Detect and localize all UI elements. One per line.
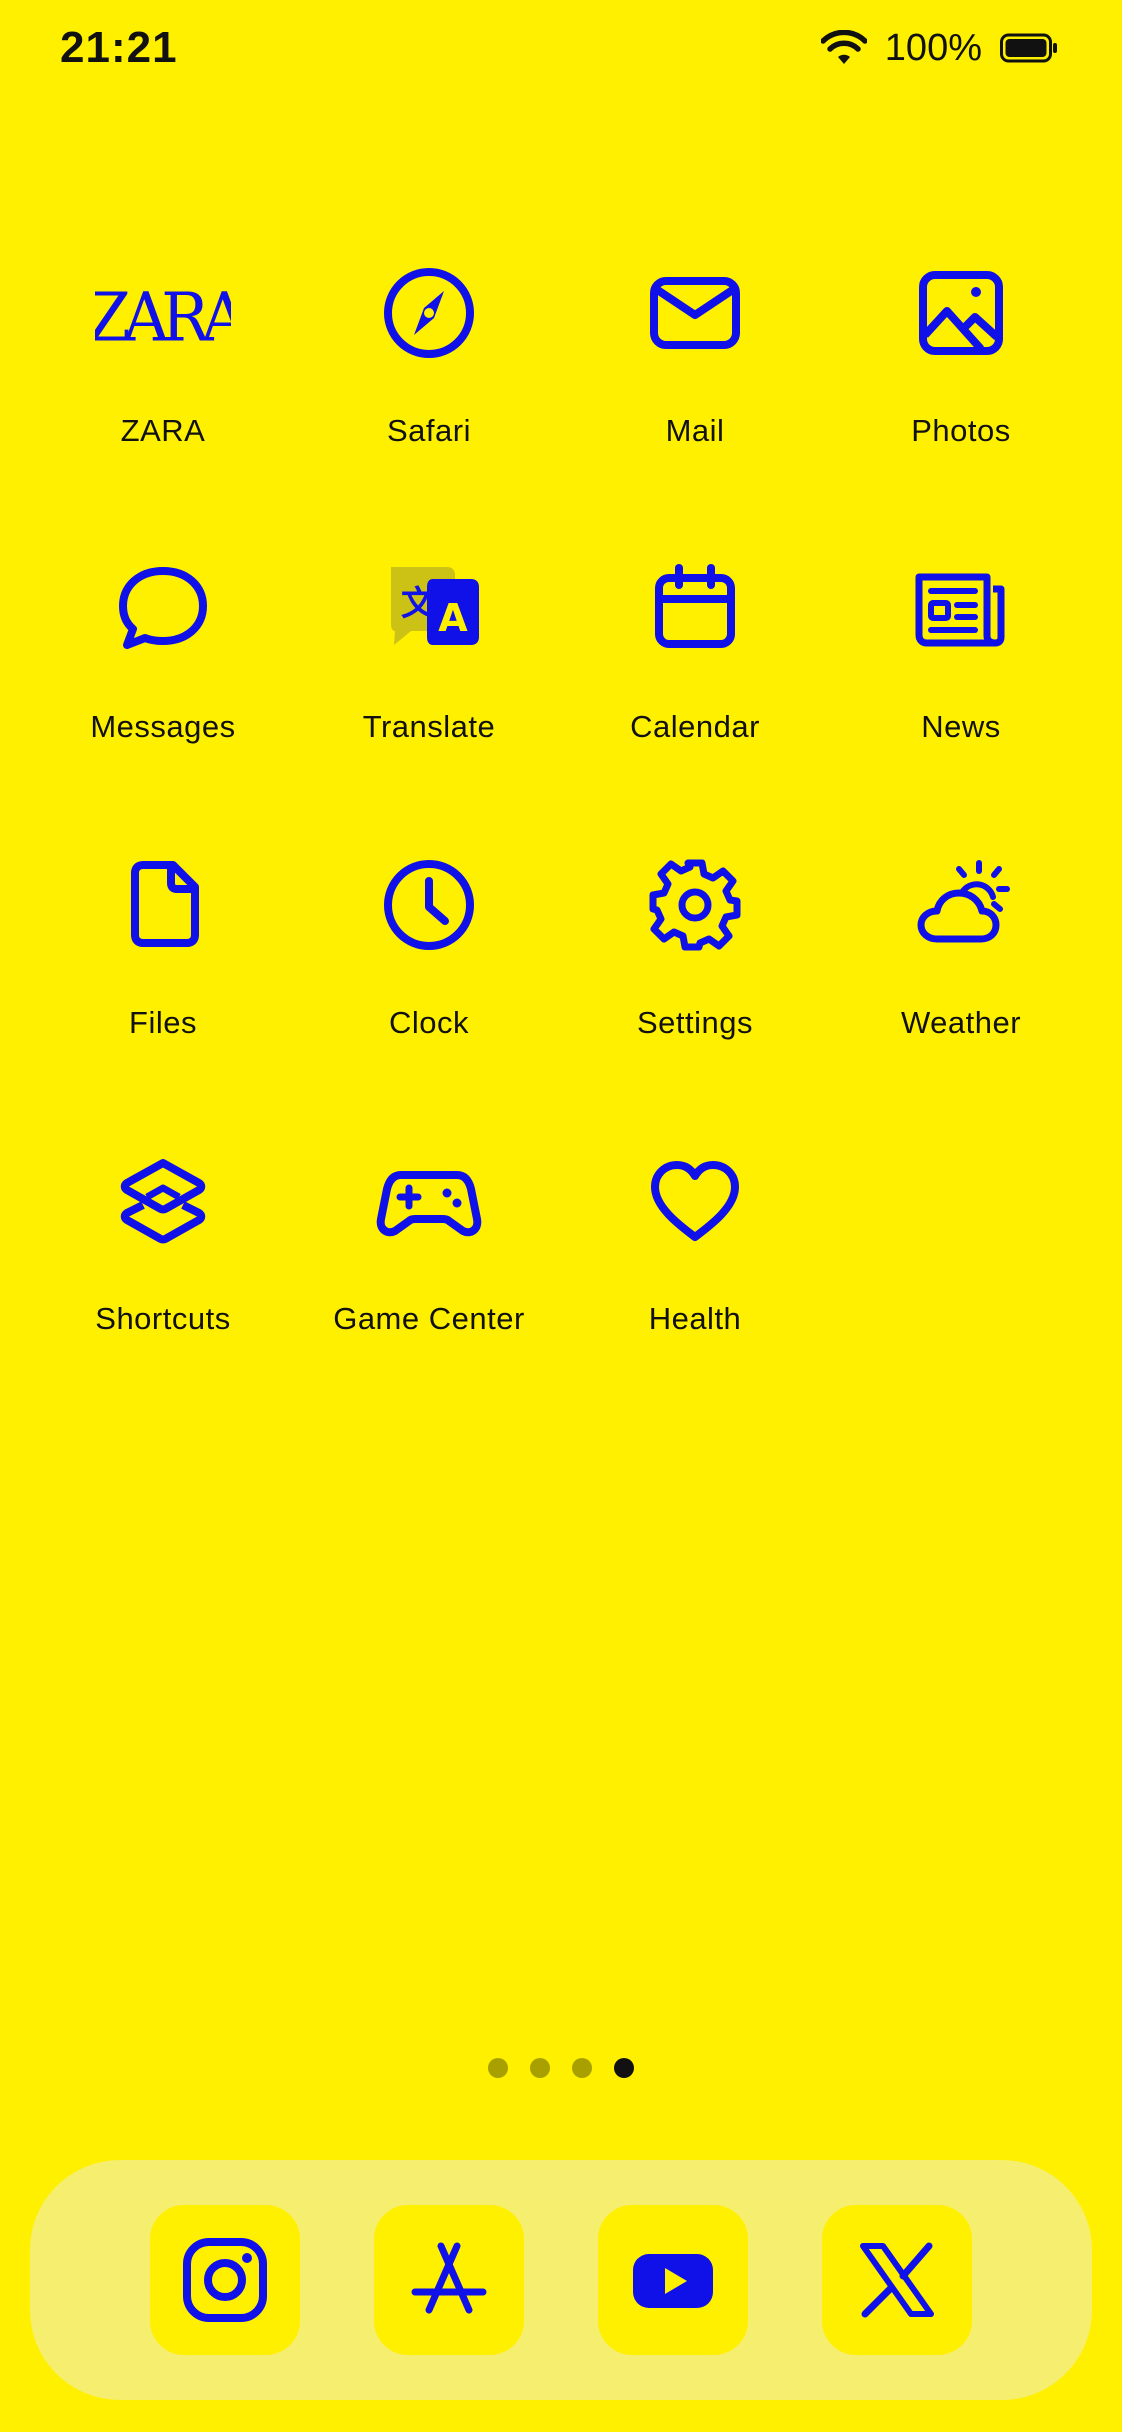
dock [30, 2160, 1092, 2400]
app-label: Mail [665, 413, 725, 448]
zara-icon: ZARA [95, 245, 231, 381]
calendar-icon [627, 541, 763, 677]
dock-app-app-store[interactable] [374, 2205, 524, 2355]
app-label: Photos [911, 413, 1011, 448]
app-clock[interactable]: Clock [296, 837, 562, 1133]
app-news[interactable]: News [828, 541, 1094, 837]
app-label: ZARA [120, 413, 206, 448]
envelope-icon [627, 245, 763, 381]
svg-text:ZARA: ZARA [95, 279, 231, 357]
app-label: Translate [362, 709, 496, 744]
app-files[interactable]: Files [30, 837, 296, 1133]
newspaper-icon [893, 541, 1029, 677]
app-shortcuts[interactable]: Shortcuts [30, 1133, 296, 1429]
clock-icon [361, 837, 497, 973]
app-messages[interactable]: Messages [30, 541, 296, 837]
page-dot[interactable] [488, 2058, 508, 2078]
status-time: 21:21 [60, 23, 178, 72]
app-calendar[interactable]: Calendar [562, 541, 828, 837]
app-label: Settings [636, 1005, 753, 1040]
translate-icon: 文 A [361, 541, 497, 677]
app-label: News [921, 709, 1001, 744]
app-settings[interactable]: Settings [562, 837, 828, 1133]
dock-app-youtube[interactable] [598, 2205, 748, 2355]
page-dot[interactable] [530, 2058, 550, 2078]
heart-icon [627, 1133, 763, 1269]
page-dot[interactable] [572, 2058, 592, 2078]
speech-bubble-icon [95, 541, 231, 677]
app-weather[interactable]: Weather [828, 837, 1094, 1133]
image-icon [893, 245, 1029, 381]
app-zara[interactable]: ZARA ZARA [30, 245, 296, 541]
battery-percent: 100% [884, 27, 982, 69]
app-label: Clock [388, 1005, 469, 1040]
app-safari[interactable]: Safari [296, 245, 562, 541]
translate-glyph-left: 文 [401, 584, 435, 624]
app-label: Shortcuts [95, 1301, 231, 1336]
app-label: Messages [90, 709, 236, 744]
instagram-icon [183, 2238, 267, 2322]
gear-icon [627, 837, 763, 973]
status-indicators: 100% [820, 20, 1058, 76]
dock-app-instagram[interactable] [150, 2205, 300, 2355]
youtube-icon [633, 2254, 713, 2308]
app-label: Files [129, 1005, 197, 1040]
gamepad-icon [361, 1133, 497, 1269]
page-dot-current[interactable] [614, 2058, 634, 2078]
file-icon [95, 837, 231, 973]
app-label: Calendar [630, 709, 760, 744]
translate-glyph-right: A [438, 596, 468, 640]
app-label: Health [648, 1301, 742, 1336]
app-health[interactable]: Health [562, 1133, 828, 1429]
app-label: Safari [387, 413, 471, 448]
app-mail[interactable]: Mail [562, 245, 828, 541]
app-game-center[interactable]: Game Center [296, 1133, 562, 1429]
cloud-sun-icon [893, 837, 1029, 973]
page-indicator[interactable] [0, 2058, 1122, 2078]
app-label: Weather [900, 1005, 1022, 1040]
dock-app-x[interactable] [822, 2205, 972, 2355]
status-bar: 21:21 100% [0, 0, 1122, 110]
app-translate[interactable]: 文 A Translate [296, 541, 562, 837]
app-grid: ZARA ZARA Safari Mail [30, 245, 1094, 1429]
compass-icon [361, 245, 497, 381]
app-label: Game Center [333, 1301, 525, 1336]
layers-icon [95, 1133, 231, 1269]
wifi-icon [820, 30, 867, 66]
app-photos[interactable]: Photos [828, 245, 1094, 541]
battery-icon [1000, 33, 1058, 63]
app-store-icon [411, 2242, 487, 2314]
x-logo-icon [860, 2242, 934, 2318]
